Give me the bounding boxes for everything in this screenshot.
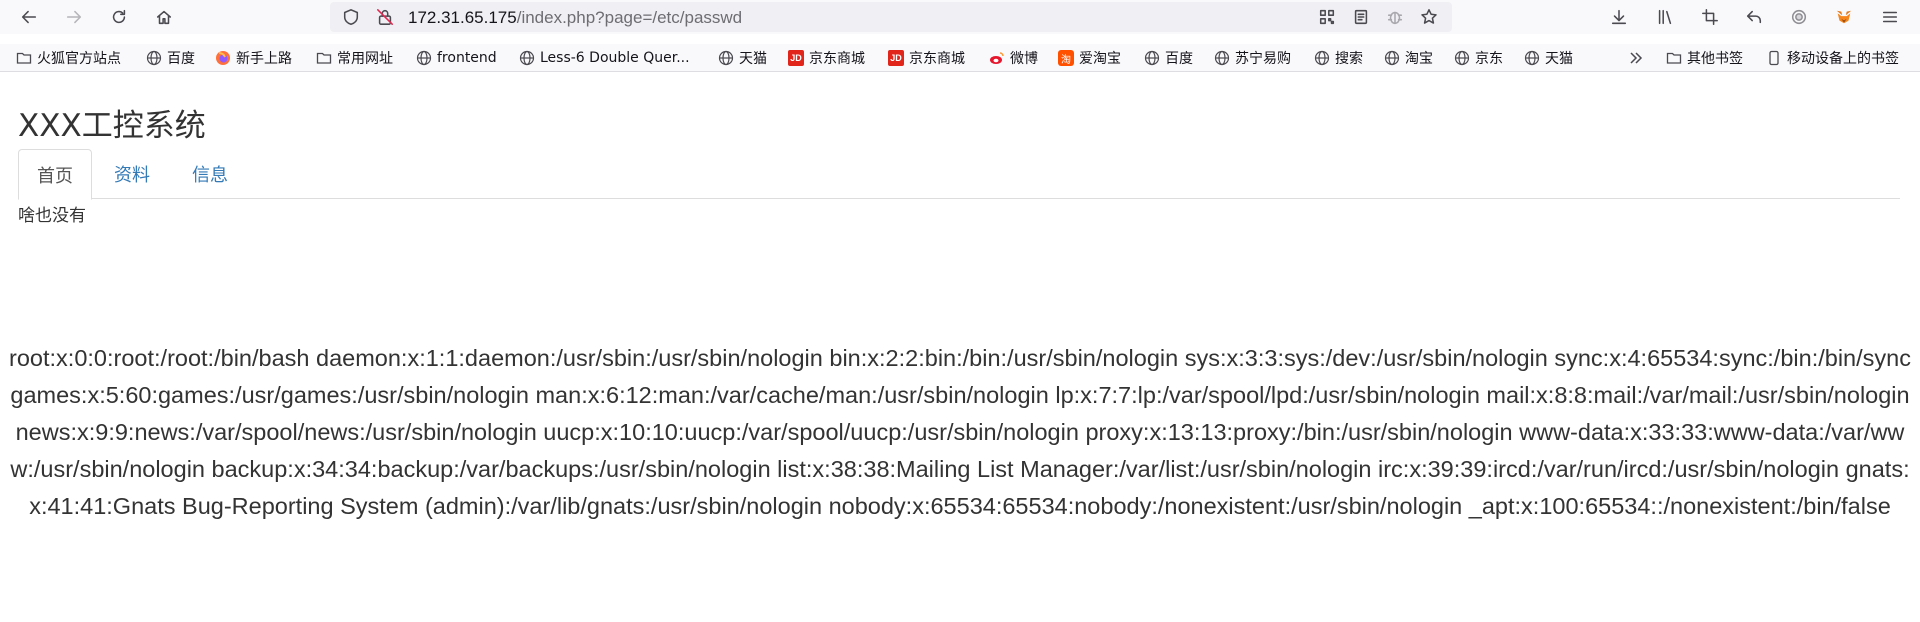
- extension-bug-icon[interactable]: [1382, 4, 1408, 30]
- url-path: /index.php?page=/etc/passwd: [516, 8, 743, 27]
- tab-content-text: 啥也没有: [18, 206, 86, 226]
- jd-icon: JD: [788, 50, 804, 66]
- taobao-icon: 淘: [1058, 50, 1074, 66]
- bookmark-label: 京东: [1475, 51, 1503, 67]
- bookmark-label: 苏宁易购: [1235, 51, 1291, 67]
- bookmark-label: 百度: [167, 51, 195, 67]
- bookmark-less6[interactable]: Less-6 Double Quer...: [519, 48, 690, 68]
- firefox-icon: [215, 50, 231, 66]
- menu-icon[interactable]: [1877, 4, 1903, 30]
- qr-code-icon[interactable]: [1314, 4, 1340, 30]
- bookmark-label: 火狐官方站点: [37, 51, 121, 67]
- globe-icon: [1524, 50, 1540, 66]
- bookmark-taobao[interactable]: 淘宝: [1384, 48, 1433, 68]
- bookmark-tmall-2[interactable]: 天猫: [1524, 48, 1573, 68]
- bookmark-folder-firefox[interactable]: 火狐官方站点: [16, 48, 121, 68]
- bookmark-search[interactable]: 搜索: [1314, 48, 1363, 68]
- jd-icon: JD: [888, 50, 904, 66]
- bookmarks-overflow-button[interactable]: [1628, 48, 1649, 68]
- reload-icon[interactable]: [106, 4, 132, 30]
- bookmark-jd-2[interactable]: JD 京东商城: [888, 48, 965, 68]
- bookmark-label: frontend: [437, 50, 497, 66]
- bookmark-tmall[interactable]: 天猫: [718, 48, 767, 68]
- undo-icon[interactable]: [1741, 4, 1767, 30]
- bookmark-label: 爱淘宝: [1079, 51, 1121, 67]
- tab-home[interactable]: 首页: [18, 149, 92, 200]
- globe-icon: [519, 50, 535, 66]
- bookmark-weibo[interactable]: 微博: [989, 48, 1038, 68]
- nav-tabs: 首页 资料 信息: [18, 149, 1900, 200]
- insecure-lock-icon[interactable]: [372, 4, 398, 30]
- globe-icon: [416, 50, 432, 66]
- globe-icon: [1214, 50, 1230, 66]
- bookmark-label: 京东商城: [809, 51, 865, 67]
- bookmark-getting-started[interactable]: 新手上路: [215, 48, 292, 68]
- bookmark-baidu[interactable]: 百度: [146, 48, 195, 68]
- crop-icon[interactable]: [1697, 4, 1723, 30]
- back-icon[interactable]: [16, 4, 42, 30]
- home-icon[interactable]: [151, 4, 177, 30]
- bookmark-label: 京东商城: [909, 51, 965, 67]
- bookmark-ai-taobao[interactable]: 淘 爱淘宝: [1058, 48, 1121, 68]
- globe-icon: [1144, 50, 1160, 66]
- browser-toolbar: 172.31.65.175/index.php?page=/etc/passwd: [0, 0, 1920, 34]
- url-host: 172.31.65.175: [408, 8, 517, 27]
- tab-info[interactable]: 信息: [174, 149, 246, 199]
- shield-icon[interactable]: [338, 4, 364, 30]
- url-text[interactable]: 172.31.65.175/index.php?page=/etc/passwd: [408, 8, 742, 28]
- extension-circle-icon[interactable]: [1786, 4, 1812, 30]
- chevron-double-right-icon: [1628, 50, 1644, 66]
- bookmark-label: 天猫: [739, 51, 767, 67]
- bookmark-label: 搜索: [1335, 51, 1363, 67]
- globe-icon: [1384, 50, 1400, 66]
- bookmark-jd-3[interactable]: 京东: [1454, 48, 1503, 68]
- bookmark-folder-common[interactable]: 常用网址: [316, 48, 393, 68]
- included-file-output: root:x:0:0:root:/root:/bin/bash daemon:x…: [9, 345, 1911, 519]
- bookmark-label: Less-6 Double Quer...: [540, 50, 690, 66]
- forward-icon[interactable]: [61, 4, 87, 30]
- bookmark-label: 常用网址: [337, 51, 393, 67]
- bookmark-baidu-2[interactable]: 百度: [1144, 48, 1193, 68]
- globe-icon: [718, 50, 734, 66]
- bookmark-frontend[interactable]: frontend: [416, 48, 497, 68]
- folder-icon: [1666, 50, 1682, 66]
- download-icon[interactable]: [1606, 4, 1632, 30]
- bookmark-label: 百度: [1165, 51, 1193, 67]
- bookmark-label: 移动设备上的书签: [1787, 51, 1899, 67]
- metamask-fox-icon[interactable]: [1831, 4, 1857, 30]
- bookmark-suning[interactable]: 苏宁易购: [1214, 48, 1291, 68]
- bookmark-label: 其他书签: [1687, 51, 1743, 67]
- globe-icon: [146, 50, 162, 66]
- library-icon[interactable]: [1652, 4, 1678, 30]
- bookmark-star-icon[interactable]: [1416, 4, 1442, 30]
- bookmark-folder-mobile[interactable]: 移动设备上的书签: [1766, 48, 1899, 68]
- page-title: XXX工控系统: [18, 108, 206, 144]
- tab-materials[interactable]: 资料: [96, 149, 168, 199]
- bookmark-folder-other[interactable]: 其他书签: [1666, 48, 1743, 68]
- reader-view-icon[interactable]: [1348, 4, 1374, 30]
- bookmark-label: 新手上路: [236, 51, 292, 67]
- bookmark-label: 天猫: [1545, 51, 1573, 67]
- bookmark-label: 微博: [1010, 51, 1038, 67]
- bookmarks-bar: 火狐官方站点 百度 新手上路 常用网址 frontend Less-6 Doub…: [0, 44, 1920, 72]
- url-bar[interactable]: 172.31.65.175/index.php?page=/etc/passwd: [330, 2, 1452, 32]
- bookmark-label: 淘宝: [1405, 51, 1433, 67]
- globe-icon: [1314, 50, 1330, 66]
- globe-icon: [1454, 50, 1470, 66]
- weibo-icon: [989, 50, 1005, 66]
- bookmark-jd-1[interactable]: JD 京东商城: [788, 48, 865, 68]
- folder-icon: [16, 50, 32, 66]
- mobile-device-icon: [1766, 50, 1782, 66]
- folder-icon: [316, 50, 332, 66]
